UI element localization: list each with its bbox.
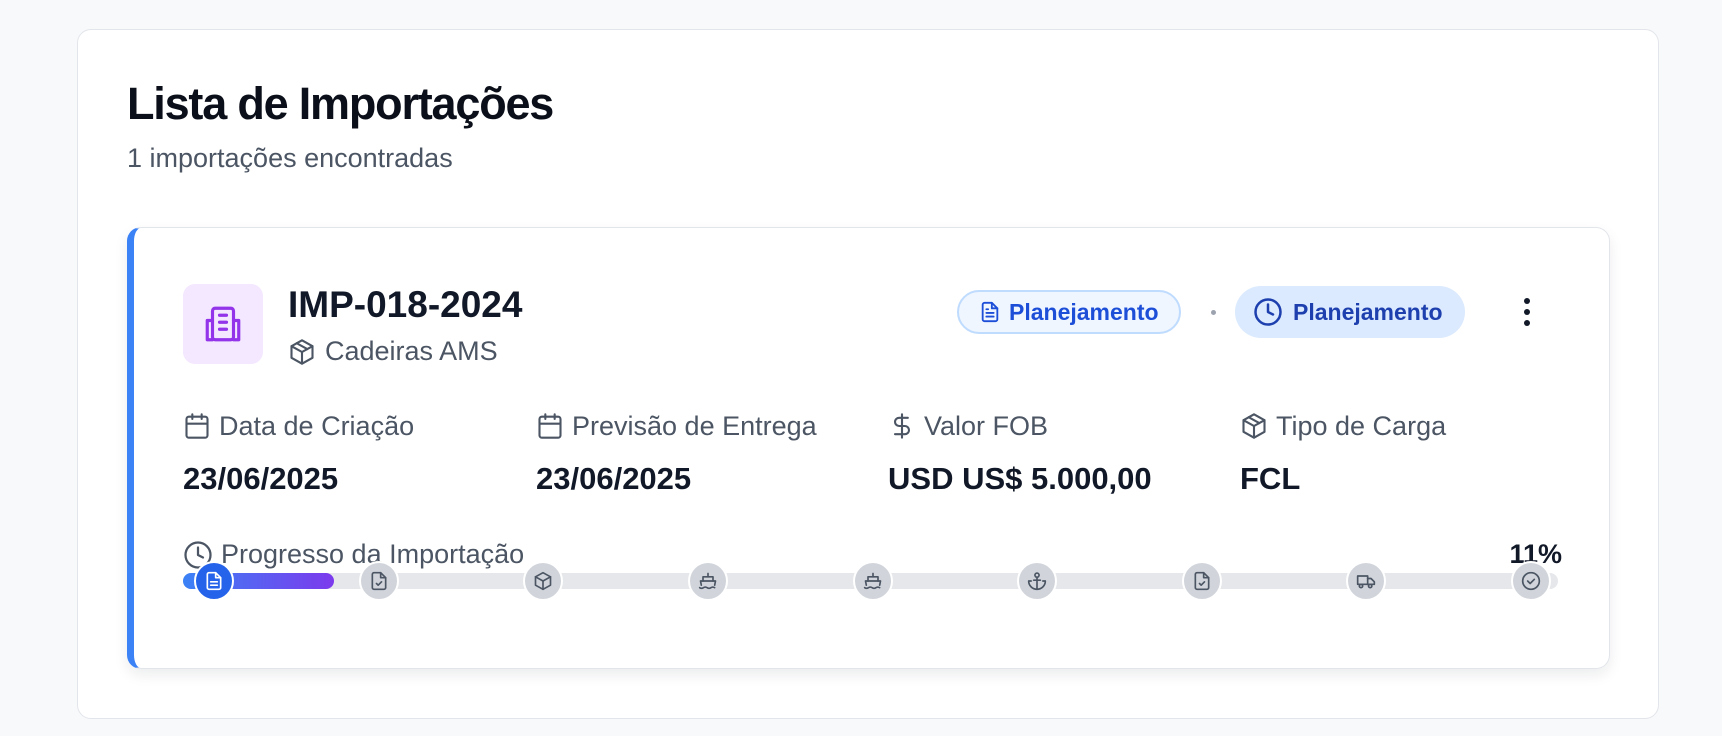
building-icon xyxy=(183,284,263,364)
field-value: FCL xyxy=(1240,461,1301,496)
dollar-icon xyxy=(888,412,916,440)
document-icon xyxy=(979,301,1001,323)
package-icon xyxy=(533,571,553,591)
field-fob-value: Valor FOB USD US$ 5.000,00 xyxy=(888,408,1152,497)
calendar-icon xyxy=(183,412,211,440)
product-line: Cadeiras AMS xyxy=(288,336,498,367)
import-card[interactable]: IMP-018-2024 Cadeiras AMS Planejamento P… xyxy=(127,227,1610,669)
field-value: 23/06/2025 xyxy=(536,461,692,496)
clock-icon xyxy=(1253,297,1283,327)
progress-step[interactable] xyxy=(359,561,399,601)
progress-step[interactable] xyxy=(194,561,234,601)
file-check-icon xyxy=(1192,571,1212,591)
package-icon xyxy=(1240,412,1268,440)
separator-dot xyxy=(1211,310,1216,315)
more-options-icon[interactable] xyxy=(1509,290,1545,334)
field-label: Previsão de Entrega xyxy=(572,410,817,441)
document-status-badge[interactable]: Planejamento xyxy=(957,290,1181,334)
page-title: Lista de Importações xyxy=(127,78,554,129)
import-code[interactable]: IMP-018-2024 xyxy=(288,284,522,326)
check-circle-icon xyxy=(1521,571,1541,591)
results-count: 1 importações encontradas xyxy=(127,143,453,173)
file-check-icon xyxy=(369,571,389,591)
progress-step[interactable] xyxy=(523,561,563,601)
ship-icon xyxy=(863,571,883,591)
anchor-icon xyxy=(1027,571,1047,591)
product-name: Cadeiras AMS xyxy=(325,336,498,366)
progress-step[interactable] xyxy=(853,561,893,601)
field-value: 23/06/2025 xyxy=(183,461,339,496)
imports-panel: Lista de Importações 1 importações encon… xyxy=(77,29,1659,719)
document-icon xyxy=(204,571,224,591)
field-label: Data de Criação xyxy=(219,410,415,441)
progress-header: Progresso da Importação xyxy=(183,539,524,570)
progress-step[interactable] xyxy=(1017,561,1057,601)
field-label: Tipo de Carga xyxy=(1276,410,1447,441)
document-badge-label: Planejamento xyxy=(1009,298,1159,325)
progress-step[interactable] xyxy=(1346,561,1386,601)
field-delivery-forecast: Previsão de Entrega 23/06/2025 xyxy=(536,408,817,497)
progress-step[interactable] xyxy=(1511,561,1551,601)
import-status-badge[interactable]: Planejamento xyxy=(1235,286,1465,338)
field-cargo-type: Tipo de Carga FCL xyxy=(1240,408,1446,497)
progress-step[interactable] xyxy=(1182,561,1222,601)
truck-icon xyxy=(1356,571,1376,591)
field-label: Valor FOB xyxy=(924,410,1049,441)
ship-icon xyxy=(698,571,718,591)
progress-step[interactable] xyxy=(688,561,728,601)
field-creation-date: Data de Criação 23/06/2025 xyxy=(183,408,414,497)
status-badge-label: Planejamento xyxy=(1293,298,1443,325)
package-icon xyxy=(288,338,316,366)
field-value: USD US$ 5.000,00 xyxy=(888,461,1152,496)
calendar-icon xyxy=(536,412,564,440)
